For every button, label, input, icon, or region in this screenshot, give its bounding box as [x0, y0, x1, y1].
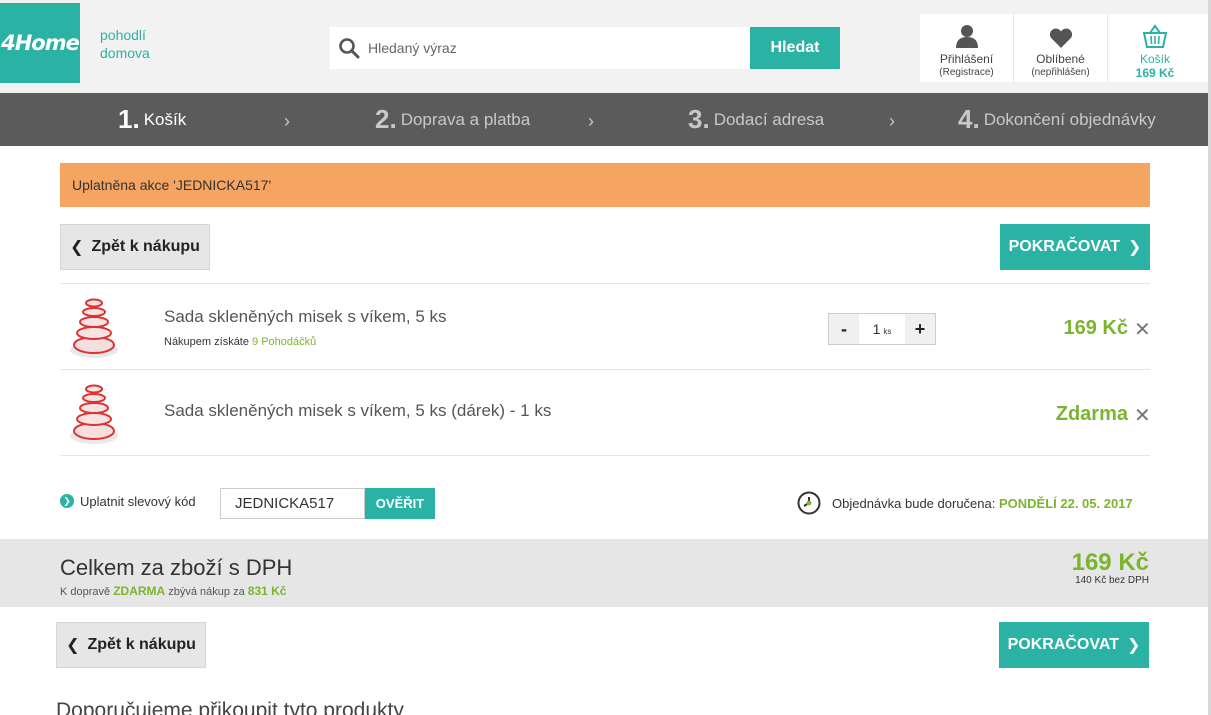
search-icon	[339, 38, 360, 59]
continue-label: POKRAČOVAT	[1007, 636, 1119, 653]
step-number: 2.	[375, 104, 397, 134]
step-shipping[interactable]: 2. Doprava a platba	[375, 93, 530, 146]
search-input[interactable]	[368, 27, 748, 69]
item-price: Zdarma	[1055, 403, 1128, 425]
chevron-left-icon: ❮	[66, 637, 80, 654]
delivery-info: Objednávka bude doručena: PONDĚLÍ 22. 05…	[832, 496, 1133, 511]
divider	[60, 369, 1150, 370]
header-tiles: Přihlášení (Registrace) Oblíbené (nepřih…	[920, 14, 1211, 82]
delivery-date: PONDĚLÍ 22. 05. 2017	[998, 496, 1133, 511]
step-number: 1.	[118, 104, 140, 134]
step-address[interactable]: 3. Dodací adresa	[688, 93, 824, 146]
remove-item-icon[interactable]: ✕	[1134, 403, 1151, 428]
product-name[interactable]: Sada skleněných misek s víkem, 5 ks (dár…	[164, 401, 551, 421]
cart-label: Košík	[1139, 52, 1170, 66]
product-image[interactable]	[60, 378, 128, 446]
shipping-prefix: K dopravě	[60, 586, 114, 598]
product-image[interactable]	[60, 292, 128, 360]
chevron-right-icon: ›	[284, 111, 290, 131]
loyalty-prefix: Nákupem získáte	[164, 336, 253, 348]
product-name[interactable]: Sada skleněných misek s víkem, 5 ks	[164, 307, 447, 327]
step-cart[interactable]: 1. Košík	[118, 93, 186, 146]
step-label: Dodací adresa	[713, 109, 825, 129]
cart-total: 169 Kč	[1135, 66, 1175, 80]
shipping-note: K dopravě ZDARMA zbývá nákup za 831 Kč	[60, 584, 286, 598]
login-label: Přihlášení	[939, 52, 994, 66]
quantity-stepper: - 1 ks +	[828, 313, 936, 345]
step-label: Košík	[143, 109, 187, 129]
back-label: Zpět k nákupu	[87, 636, 196, 653]
total-price: 169 Kč	[1071, 549, 1149, 576]
continue-button-bottom[interactable]: POKRAČOVAT ❯	[999, 622, 1149, 668]
quantity-input[interactable]: 1 ks	[859, 314, 905, 344]
back-label: Zpět k nákupu	[91, 238, 200, 255]
chevron-right-icon: ›	[889, 111, 895, 131]
divider	[60, 283, 1150, 284]
shipping-remaining: 831 Kč	[247, 584, 287, 598]
favorites-tile[interactable]: Oblíbené (nepřihlášen)	[1014, 14, 1108, 82]
tagline-line-2: domova	[100, 45, 150, 61]
back-to-shop-button-bottom[interactable]: ❮ Zpět k nákupu	[56, 622, 206, 668]
step-number: 4.	[958, 104, 980, 134]
verify-coupon-button[interactable]: OVĚŘIT	[365, 488, 435, 519]
back-to-shop-button[interactable]: ❮ Zpět k nákupu	[60, 224, 210, 270]
quantity-unit: ks	[883, 327, 892, 336]
loyalty-points: Nákupem získáte 9 Pohodáčků	[164, 336, 316, 348]
step-finish[interactable]: 4. Dokončení objednávky	[958, 93, 1156, 146]
logo[interactable]: 4Home	[0, 3, 80, 83]
coupon-input[interactable]	[220, 488, 365, 519]
increase-button[interactable]: +	[905, 314, 935, 344]
total-label: Celkem za zboží s DPH	[60, 555, 293, 580]
search-button[interactable]: Hledat	[750, 27, 840, 69]
chevron-right-icon: ❯	[1127, 637, 1141, 654]
register-label[interactable]: (Registrace)	[920, 66, 1013, 80]
loyalty-amount: 9 Pohodáčků	[252, 336, 317, 348]
delivery-label: Objednávka bude doručena:	[832, 496, 999, 511]
tagline: pohodlí domova	[100, 26, 150, 62]
continue-label: POKRAČOVAT	[1008, 238, 1120, 255]
quantity-value: 1	[872, 321, 881, 337]
cart-tile[interactable]: Košík 169 Kč	[1108, 14, 1202, 82]
total-net-price: 140 Kč bez DPH	[1075, 575, 1149, 586]
recommendations-title: Doporučujeme přikoupit tyto produkty	[56, 699, 404, 715]
decrease-button[interactable]: -	[829, 314, 859, 344]
coupon-label[interactable]: Uplatnit slevový kód	[80, 494, 196, 509]
shipping-free: ZDARMA	[113, 584, 166, 598]
step-label: Dokončení objednávky	[983, 109, 1156, 129]
item-price: 169 Kč	[1063, 317, 1129, 339]
chevron-circle-icon: ❯	[60, 494, 74, 508]
favorites-status: (nepřihlášen)	[1031, 67, 1090, 78]
clock-icon	[797, 491, 821, 515]
continue-button[interactable]: POKRAČOVAT ❯	[1000, 224, 1150, 270]
tagline-line-1: pohodlí	[100, 27, 146, 43]
basket-icon	[1108, 20, 1202, 48]
promo-banner: Uplatněna akce 'JEDNICKA517'	[60, 163, 1150, 207]
step-label: Doprava a platba	[400, 109, 531, 129]
user-icon	[920, 20, 1013, 48]
remove-item-icon[interactable]: ✕	[1134, 317, 1151, 342]
favorites-label: Oblíbené	[1036, 52, 1085, 66]
step-number: 3.	[688, 104, 710, 134]
chevron-right-icon: ❯	[1128, 239, 1142, 256]
divider	[60, 455, 1150, 456]
chevron-left-icon: ❮	[70, 239, 84, 256]
shipping-mid: zbývá nákup za	[165, 586, 248, 598]
chevron-right-icon: ›	[588, 111, 594, 131]
login-tile[interactable]: Přihlášení (Registrace)	[920, 14, 1014, 82]
heart-icon	[1014, 20, 1107, 48]
